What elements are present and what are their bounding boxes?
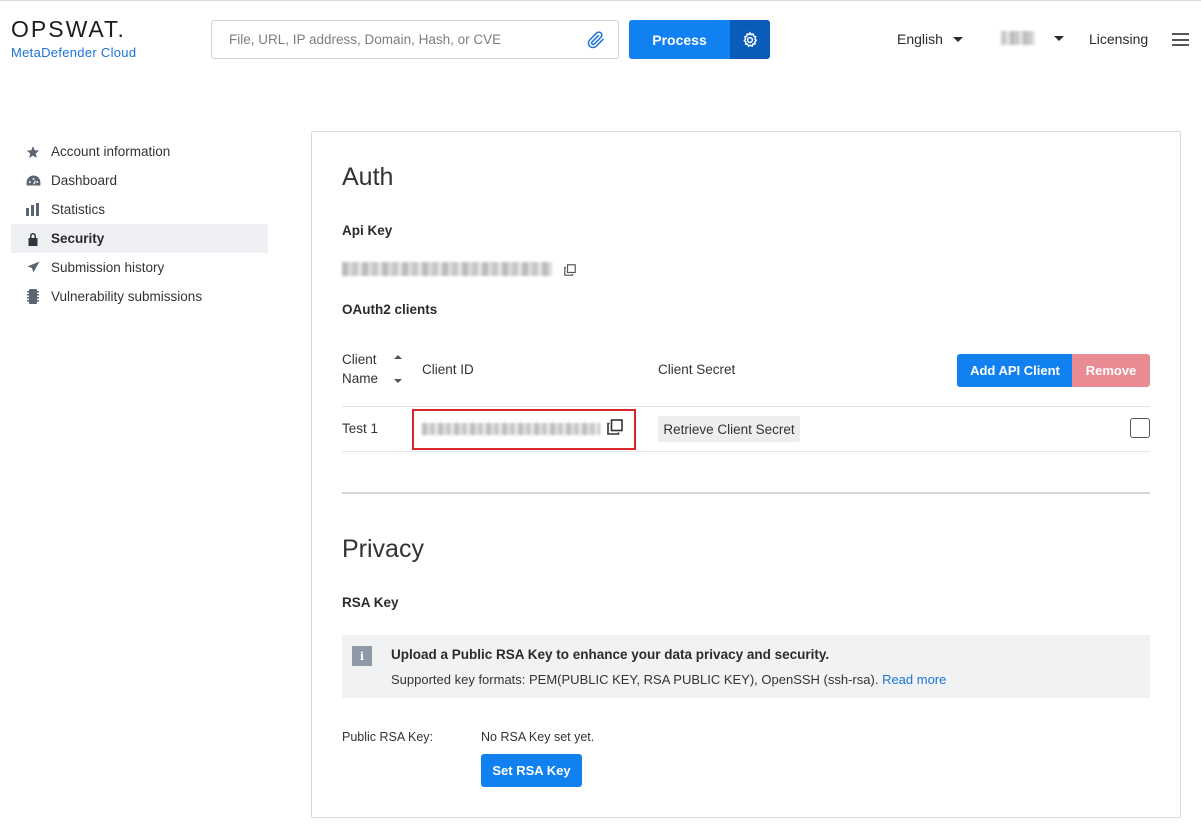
info-subtitle: Supported key formats: PEM(PUBLIC KEY, R… xyxy=(391,672,946,687)
sidebar-item-submission-history[interactable]: Submission history xyxy=(11,253,268,282)
sort-icon[interactable] xyxy=(393,354,403,384)
hamburger-menu-icon[interactable] xyxy=(1172,33,1189,46)
username-redacted xyxy=(1001,31,1035,45)
lock-icon xyxy=(25,231,41,247)
client-name-cell: Test 1 xyxy=(342,421,379,436)
logo-subtitle: MetaDefender Cloud xyxy=(11,45,137,60)
read-more-link[interactable]: Read more xyxy=(882,672,946,687)
column-header-client-secret: Client Secret xyxy=(658,362,736,377)
sidebar-item-statistics[interactable]: Statistics xyxy=(11,195,268,224)
rsa-key-label: RSA Key xyxy=(342,595,399,610)
info-title: Upload a Public RSA Key to enhance your … xyxy=(391,647,830,662)
section-divider xyxy=(342,492,1150,494)
sidebar-item-vulnerability-submissions[interactable]: Vulnerability submissions xyxy=(11,282,268,311)
column-header-client-name[interactable]: Client Name xyxy=(342,352,378,386)
dashboard-icon xyxy=(25,173,41,189)
sidebar-item-label: Security xyxy=(51,231,105,246)
user-menu[interactable] xyxy=(1001,31,1064,45)
star-icon xyxy=(25,144,41,160)
row-checkbox[interactable] xyxy=(1130,418,1150,438)
sidebar-item-account-information[interactable]: Account information xyxy=(11,137,268,166)
oauth-clients-label: OAuth2 clients xyxy=(342,302,438,317)
set-rsa-key-button[interactable]: Set RSA Key xyxy=(481,754,582,787)
gear-icon xyxy=(743,30,758,47)
search-box xyxy=(211,20,619,59)
language-selector[interactable]: English xyxy=(897,31,963,47)
column-header-line: Client xyxy=(342,352,377,367)
logo[interactable]: OPSWAT. MetaDefender Cloud xyxy=(11,17,136,60)
language-label: English xyxy=(897,31,943,47)
settings-button[interactable] xyxy=(730,20,770,59)
search-input[interactable] xyxy=(212,21,572,58)
column-header-client-id: Client ID xyxy=(422,362,474,377)
public-rsa-key-label: Public RSA Key: xyxy=(342,730,434,744)
bar-chart-icon xyxy=(25,202,41,218)
table-header-divider xyxy=(342,406,1150,407)
sidebar-item-label: Vulnerability submissions xyxy=(51,289,203,304)
client-id-redacted xyxy=(422,423,600,435)
info-icon: i xyxy=(352,646,372,666)
copy-icon[interactable] xyxy=(607,419,623,435)
logo-text: OPSWAT. xyxy=(11,16,126,42)
paperclip-icon[interactable] xyxy=(587,31,605,49)
security-panel: Auth Api Key OAuth2 clients Client Name … xyxy=(311,131,1181,818)
privacy-heading: Privacy xyxy=(342,535,424,563)
sidebar-item-security[interactable]: Security xyxy=(11,224,268,253)
top-border xyxy=(0,0,1201,1)
sidebar: Account information Dashboard Statistics… xyxy=(11,137,268,311)
table-row-divider xyxy=(342,451,1150,452)
licensing-link[interactable]: Licensing xyxy=(1089,31,1148,47)
add-api-client-button[interactable]: Add API Client xyxy=(957,354,1073,387)
auth-heading: Auth xyxy=(342,163,394,191)
retrieve-client-secret-button[interactable]: Retrieve Client Secret xyxy=(658,416,800,442)
sidebar-item-label: Statistics xyxy=(51,202,106,217)
sidebar-item-label: Submission history xyxy=(51,260,165,275)
process-button[interactable]: Process xyxy=(629,20,730,59)
api-key-value-redacted xyxy=(342,262,552,276)
copy-icon[interactable] xyxy=(564,264,576,276)
public-rsa-key-value: No RSA Key set yet. xyxy=(481,730,595,744)
sidebar-item-label: Account information xyxy=(51,144,171,159)
remove-button[interactable]: Remove xyxy=(1072,354,1150,387)
info-subtitle-text: Supported key formats: PEM(PUBLIC KEY, R… xyxy=(391,672,883,687)
sidebar-item-label: Dashboard xyxy=(51,173,118,188)
chevron-down-icon xyxy=(1054,35,1064,41)
sidebar-item-dashboard[interactable]: Dashboard xyxy=(11,166,268,195)
chip-icon xyxy=(25,289,41,305)
column-header-line: Name xyxy=(342,371,379,386)
api-key-label: Api Key xyxy=(342,223,393,238)
chevron-down-icon xyxy=(952,36,963,42)
info-banner: i Upload a Public RSA Key to enhance you… xyxy=(342,635,1150,698)
paper-plane-icon xyxy=(25,260,41,276)
